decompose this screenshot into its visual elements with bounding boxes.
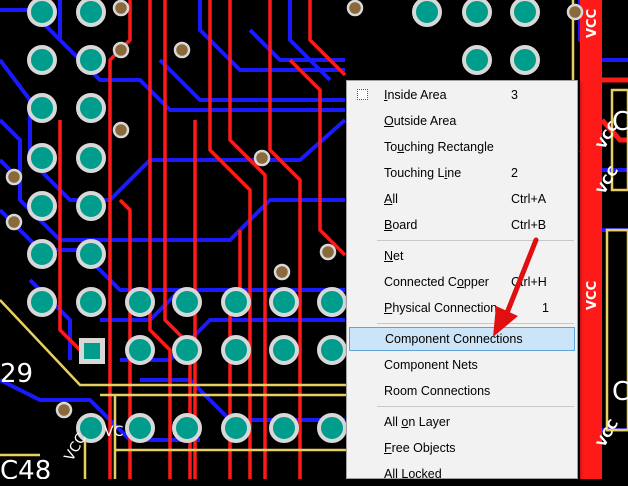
pad xyxy=(27,0,57,27)
menu-item-board[interactable]: Board Ctrl+B xyxy=(349,213,575,237)
vcc-plane-strip xyxy=(580,0,602,479)
pad xyxy=(317,413,347,443)
menu-item-label: Outside Area xyxy=(384,114,457,128)
pad xyxy=(76,191,106,221)
checkbox-icon xyxy=(357,89,368,100)
designator-c48: C48 xyxy=(0,456,51,479)
pad xyxy=(172,413,202,443)
pad xyxy=(172,335,202,365)
menu-item-all-on-layer[interactable]: All on Layer xyxy=(349,410,575,434)
menu-item-room-connections[interactable]: Room Connections xyxy=(349,379,575,403)
menu-item-shortcut: Ctrl+H xyxy=(511,275,547,289)
menu-item-label: Touching Line xyxy=(384,166,462,180)
pad xyxy=(269,335,299,365)
menu-item-shortcut: 3 xyxy=(511,88,518,102)
menu-separator xyxy=(377,323,574,324)
menu-item-touching-line[interactable]: Touching Line 2 xyxy=(349,161,575,185)
pad xyxy=(221,287,251,317)
pad xyxy=(27,287,57,317)
designator-c-right: C xyxy=(612,377,628,407)
menu-item-component-nets[interactable]: Component Nets xyxy=(349,353,575,377)
pad xyxy=(76,239,106,269)
pad xyxy=(269,287,299,317)
pad xyxy=(510,45,540,75)
pad xyxy=(76,93,106,123)
pad xyxy=(221,335,251,365)
menu-item-label: Component Connections xyxy=(385,332,523,346)
menu-item-label: Free Objects xyxy=(384,441,456,455)
menu-item-label: Net xyxy=(384,249,404,263)
menu-item-label: Board xyxy=(384,218,418,232)
menu-item-label: Touching Rectangle xyxy=(384,140,494,154)
menu-item-outside-area[interactable]: Outside Area xyxy=(349,109,575,133)
pad xyxy=(510,0,540,27)
via xyxy=(346,0,364,17)
menu-item-shortcut: 1 xyxy=(542,301,549,315)
via xyxy=(112,121,130,139)
menu-item-inside-area[interactable]: Inside Area 3 xyxy=(349,83,575,107)
menu-item-label: Connected Copper xyxy=(384,275,489,289)
menu-item-label: All on Layer xyxy=(384,415,451,429)
pad xyxy=(462,45,492,75)
vcc-label-top: VCC xyxy=(585,9,600,38)
selection-context-menu: Inside Area 3 Outside Area Touching Rect… xyxy=(346,80,578,481)
vcc-label-low: VCC xyxy=(585,281,600,310)
pad xyxy=(76,287,106,317)
menu-item-label: Physical Connection xyxy=(384,301,498,315)
pad xyxy=(76,0,106,27)
pad xyxy=(27,93,57,123)
menu-item-label: Inside Area xyxy=(384,88,447,102)
menu-item-net[interactable]: Net xyxy=(349,244,575,268)
pad xyxy=(27,191,57,221)
vcc-label-short: VC xyxy=(104,424,124,440)
via xyxy=(273,263,291,281)
pad xyxy=(317,287,347,317)
pad xyxy=(125,335,155,365)
via xyxy=(319,243,337,261)
menu-item-shortcut: Ctrl+B xyxy=(511,218,547,232)
via xyxy=(253,149,271,167)
via xyxy=(112,0,130,17)
via xyxy=(112,41,130,59)
menu-item-free-objects[interactable]: Free Objects xyxy=(349,436,575,460)
menu-item-label: Room Connections xyxy=(384,384,491,398)
pad xyxy=(172,287,202,317)
menu-item-all[interactable]: All Ctrl+A xyxy=(349,187,575,211)
menu-item-physical-connection[interactable]: Physical Connection 1 xyxy=(349,296,575,320)
pad xyxy=(269,413,299,443)
designator-u29: 29 xyxy=(0,359,33,389)
pad xyxy=(221,413,251,443)
pad xyxy=(27,45,57,75)
menu-item-shortcut: Ctrl+A xyxy=(511,192,547,206)
via xyxy=(5,213,23,231)
menu-item-touching-rectangle[interactable]: Touching Rectangle xyxy=(349,135,575,159)
pad xyxy=(27,239,57,269)
menu-item-shortcut: 2 xyxy=(511,166,518,180)
via xyxy=(173,41,191,59)
menu-item-label: Component Nets xyxy=(384,358,478,372)
pad xyxy=(317,335,347,365)
pad xyxy=(412,0,442,27)
menu-item-all-locked[interactable]: All Locked xyxy=(349,462,575,486)
menu-item-component-connections[interactable]: Component Connections xyxy=(349,327,575,351)
pad xyxy=(125,287,155,317)
via xyxy=(55,401,73,419)
pad xyxy=(125,413,155,443)
pad xyxy=(76,143,106,173)
menu-item-connected-copper[interactable]: Connected Copper Ctrl+H xyxy=(349,270,575,294)
pad xyxy=(76,45,106,75)
menu-separator xyxy=(377,240,574,241)
pad xyxy=(462,0,492,27)
menu-separator xyxy=(377,406,574,407)
pad xyxy=(27,143,57,173)
via xyxy=(5,168,23,186)
menu-item-label: All xyxy=(384,192,398,206)
via xyxy=(566,3,584,21)
